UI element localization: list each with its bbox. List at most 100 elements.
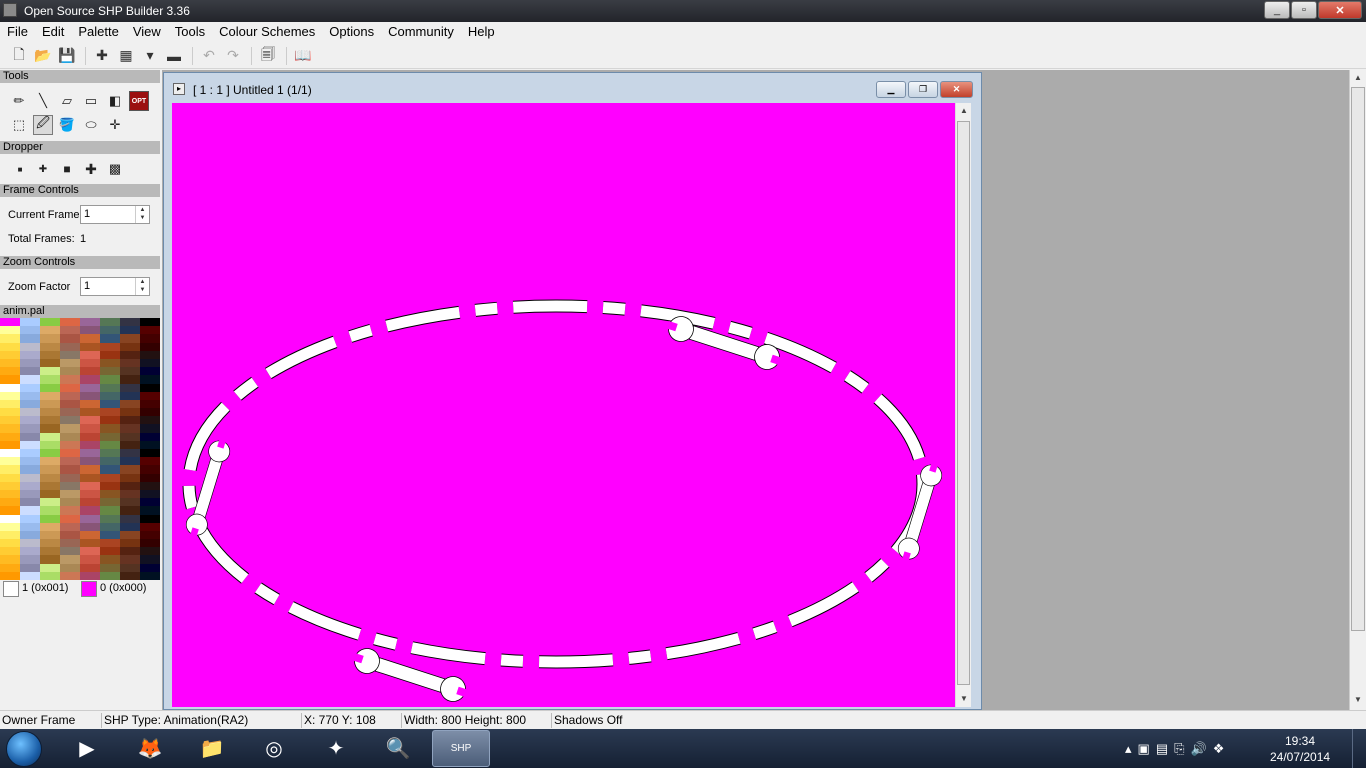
add-frame-icon[interactable]: ✚ — [91, 45, 113, 67]
palette-swatch[interactable] — [0, 391, 20, 400]
palette-swatch[interactable] — [120, 539, 140, 548]
palette-swatch[interactable] — [100, 489, 120, 499]
palette-swatch[interactable] — [60, 367, 80, 376]
palette-swatch[interactable] — [140, 375, 160, 384]
palette-swatch[interactable] — [40, 465, 60, 474]
windows-media-player-icon[interactable]: ▶ — [58, 730, 116, 767]
app-icon[interactable] — [3, 3, 17, 17]
grid-icon[interactable]: ▦ — [115, 45, 137, 67]
palette-swatch[interactable] — [100, 367, 120, 376]
palette-swatch[interactable] — [120, 383, 140, 392]
palette-swatch[interactable] — [60, 391, 80, 400]
palette-swatch[interactable] — [80, 440, 100, 449]
palette-swatch[interactable] — [0, 563, 20, 572]
scroll-down-icon[interactable]: ▼ — [1350, 692, 1366, 708]
scroll-up-icon[interactable]: ▲ — [956, 103, 972, 119]
palette-swatch[interactable] — [0, 465, 20, 474]
palette-swatch[interactable] — [0, 514, 20, 523]
palette-swatch[interactable] — [60, 326, 80, 335]
palette-swatch[interactable] — [120, 399, 140, 409]
palette-swatch[interactable] — [40, 506, 60, 515]
options-icon[interactable]: OPT — [129, 91, 149, 111]
palette-swatch[interactable] — [40, 522, 60, 531]
palette-swatch[interactable] — [140, 514, 160, 523]
palette-swatch[interactable] — [40, 318, 60, 327]
palette-swatch[interactable] — [120, 424, 140, 433]
palette-swatch[interactable] — [60, 416, 80, 425]
palette-swatch[interactable] — [60, 318, 80, 327]
palette-swatch[interactable] — [0, 432, 20, 441]
palette-swatch[interactable] — [60, 555, 80, 564]
palette-swatch[interactable] — [60, 465, 80, 474]
palette-swatch[interactable] — [0, 530, 20, 540]
palette-swatch[interactable] — [120, 522, 140, 531]
palette-swatch[interactable] — [20, 416, 40, 425]
palette-swatch[interactable] — [100, 506, 120, 515]
palette-swatch[interactable] — [120, 465, 140, 474]
palette-swatch[interactable] — [20, 489, 40, 499]
palette-swatch[interactable] — [60, 473, 80, 482]
new-file-icon[interactable]: 🗋 — [8, 45, 30, 67]
palette-swatch[interactable] — [0, 383, 20, 392]
palette-swatch[interactable] — [80, 383, 100, 392]
palette-swatch[interactable] — [20, 465, 40, 474]
palette-swatch[interactable] — [20, 350, 40, 359]
palette-swatch[interactable] — [80, 391, 100, 400]
palette-swatch[interactable] — [40, 457, 60, 466]
palette-swatch[interactable] — [100, 416, 120, 425]
palette-swatch[interactable] — [140, 465, 160, 474]
scroll-thumb[interactable] — [957, 121, 970, 685]
palette-swatch[interactable] — [20, 522, 40, 531]
palette-swatch[interactable] — [80, 522, 100, 531]
palette-swatch[interactable] — [120, 530, 140, 540]
palette-swatch[interactable] — [140, 563, 160, 572]
file-explorer-icon[interactable]: 📁 — [183, 730, 241, 767]
palette-swatch[interactable] — [120, 334, 140, 343]
ellipse-icon[interactable]: ⬭ — [81, 115, 101, 135]
palette-swatch[interactable] — [120, 408, 140, 417]
xcc-utilities-icon[interactable]: 🔍 — [369, 730, 427, 767]
palette-swatch[interactable] — [0, 342, 20, 351]
palette-swatch[interactable] — [0, 489, 20, 499]
palette-swatch[interactable] — [40, 326, 60, 335]
palette-swatch[interactable] — [120, 416, 140, 425]
palette-swatch[interactable] — [60, 489, 80, 499]
palette-swatch[interactable] — [80, 498, 100, 507]
volume-icon[interactable]: 🔊 — [1191, 741, 1207, 757]
palette-swatch[interactable] — [20, 326, 40, 335]
document-minimize-button[interactable]: ▁ — [876, 81, 906, 98]
palette-swatch[interactable] — [140, 522, 160, 531]
palette-swatch[interactable] — [0, 416, 20, 425]
palette-swatch[interactable] — [140, 424, 160, 433]
drawing-canvas[interactable] — [172, 103, 956, 707]
dropbox-icon[interactable]: ❖ — [1213, 741, 1225, 757]
palette-swatch[interactable] — [80, 334, 100, 343]
palette-swatch[interactable] — [140, 416, 160, 425]
palette-swatch[interactable] — [40, 358, 60, 368]
palette-swatch[interactable] — [100, 481, 120, 490]
palette-swatch[interactable] — [0, 399, 20, 409]
rectangle-icon[interactable]: ▭ — [81, 91, 101, 111]
palette-swatch[interactable] — [140, 383, 160, 392]
palette-swatch[interactable] — [100, 514, 120, 523]
palette-swatch[interactable] — [100, 563, 120, 572]
primary-colour-swatch[interactable] — [3, 581, 19, 597]
palette-swatch[interactable] — [120, 367, 140, 376]
palette-swatch[interactable] — [60, 530, 80, 540]
pencil-icon[interactable]: ✏ — [9, 91, 29, 111]
palette-swatch[interactable] — [140, 457, 160, 466]
brush-3-icon[interactable]: ■ — [57, 159, 77, 179]
palette-swatch[interactable] — [0, 326, 20, 335]
palette-swatch[interactable] — [140, 440, 160, 449]
eraser-icon[interactable]: ▱ — [57, 91, 77, 111]
palette-swatch[interactable] — [20, 555, 40, 564]
palette-swatch[interactable] — [60, 408, 80, 417]
redo-icon[interactable]: ↷ — [222, 45, 244, 67]
start-button[interactable] — [6, 731, 42, 767]
palette-swatch[interactable] — [140, 555, 160, 564]
palette-swatch[interactable] — [20, 473, 40, 482]
fill-icon[interactable]: 🪣 — [57, 115, 77, 135]
palette-swatch[interactable] — [100, 391, 120, 400]
palette-swatch[interactable] — [100, 571, 120, 580]
palette-swatch[interactable] — [100, 547, 120, 556]
